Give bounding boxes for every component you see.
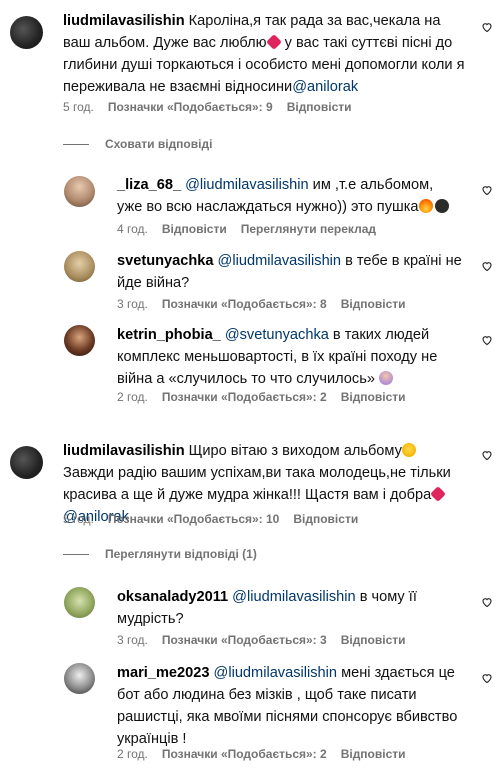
likes-count[interactable]: Позначки «Подобається»: 2: [162, 747, 327, 761]
comment-meta: 2 год. Позначки «Подобається»: 2 Відповіст…: [117, 390, 420, 404]
timestamp: 2 год.: [117, 390, 148, 404]
fire-emoji: [418, 199, 433, 213]
comment-meta: 3 год. Позначки «Подобається»: 8 Відповіст…: [117, 297, 420, 311]
comment-username[interactable]: oksanalady2011: [117, 589, 228, 605]
avatar[interactable]: [64, 587, 95, 618]
likes-count[interactable]: Позначки «Подобається»: 9: [108, 100, 273, 114]
heart-outline-icon[interactable]: [481, 260, 493, 272]
star-eyes-emoji: [401, 443, 416, 457]
timestamp: 5 год.: [63, 512, 94, 526]
red-heart-emoji: [430, 486, 447, 502]
comment-meta: 3 год. Позначки «Подобається»: 3 Відповіст…: [117, 633, 420, 647]
reply-button[interactable]: Відповісти: [341, 633, 406, 647]
mention-link[interactable]: @svetunyachka: [225, 327, 329, 343]
comment-username[interactable]: _liza_68_: [117, 177, 181, 193]
reply-button[interactable]: Відповісти: [341, 390, 406, 404]
reply-button[interactable]: Відповісти: [341, 747, 406, 761]
heart-outline-icon[interactable]: [481, 672, 493, 684]
view-replies-button[interactable]: Переглянути відповіді (1): [63, 547, 257, 561]
comment-text: svetunyachka @liudmilavasilishin в тебе в…: [117, 253, 462, 291]
avatar[interactable]: [64, 251, 95, 282]
avatar[interactable]: [64, 663, 95, 694]
comment-username[interactable]: mari_me2023: [117, 665, 210, 681]
divider-line: [63, 144, 89, 146]
heart-outline-icon[interactable]: [481, 184, 493, 196]
mention-link[interactable]: @liudmilavasilishin: [214, 665, 338, 681]
mention-link[interactable]: @liudmilavasilishin: [232, 589, 356, 605]
likes-count[interactable]: Позначки «Подобається»: 2: [162, 390, 327, 404]
timestamp: 3 год.: [117, 633, 148, 647]
avatar[interactable]: [64, 176, 95, 207]
divider-line: [63, 554, 89, 556]
heart-outline-icon[interactable]: [481, 596, 493, 608]
reply-button[interactable]: Відповісти: [293, 512, 358, 526]
comment-username[interactable]: liudmilavasilishin: [63, 13, 185, 29]
timestamp: 5 год.: [63, 100, 94, 114]
likes-count[interactable]: Позначки «Подобається»: 8: [162, 297, 327, 311]
red-heart-emoji: [265, 34, 282, 50]
avatar[interactable]: [64, 325, 95, 356]
hide-replies-button[interactable]: Сховати відповіді: [63, 137, 212, 151]
likes-count[interactable]: Позначки «Подобається»: 10: [108, 512, 279, 526]
comment-text: _liza_68_ @liudmilavasilishin им ,т.е аль…: [117, 174, 462, 218]
timestamp: 2 год.: [117, 747, 148, 761]
reply-button[interactable]: Відповісти: [341, 297, 406, 311]
timestamp: 3 год.: [117, 297, 148, 311]
facepalm-emoji: [379, 371, 394, 385]
heart-outline-icon[interactable]: [481, 334, 493, 346]
likes-count[interactable]: Позначки «Подобається»: 3: [162, 633, 327, 647]
comment-meta: 5 год. Позначки «Подобається»: 10 Відповіс…: [63, 512, 372, 526]
heart-outline-icon[interactable]: [481, 21, 493, 33]
avatar[interactable]: [10, 446, 43, 479]
mention-link[interactable]: @liudmilavasilishin: [185, 177, 309, 193]
comment-meta: 4 год. Відповісти Переглянути переклад: [117, 222, 390, 236]
comment-meta: 2 год. Позначки «Подобається»: 2 Відповіст…: [117, 747, 420, 761]
comment-username[interactable]: liudmilavasilishin: [63, 443, 185, 459]
translate-button[interactable]: Переглянути переклад: [241, 222, 376, 236]
comment-username[interactable]: svetunyachka: [117, 253, 214, 269]
reply-button[interactable]: Відповісти: [162, 222, 227, 236]
bomb-emoji: [434, 199, 449, 213]
comment-text: oksanalady2011 @liudmilavasilishin в чому…: [117, 589, 417, 627]
comment-meta: 5 год. Позначки «Подобається»: 9 Відповіст…: [63, 100, 366, 114]
heart-outline-icon[interactable]: [481, 449, 493, 461]
comment-text: ketrin_phobia_ @svetunyachka в таких люде…: [117, 327, 438, 387]
mention-link[interactable]: @anilorak: [292, 79, 358, 95]
comment-text: mari_me2023 @liudmilavasilishin мені здає…: [117, 665, 458, 747]
avatar[interactable]: [10, 16, 43, 49]
timestamp: 4 год.: [117, 222, 148, 236]
mention-link[interactable]: @liudmilavasilishin: [218, 253, 342, 269]
comment-username[interactable]: ketrin_phobia_: [117, 327, 221, 343]
reply-button[interactable]: Відповісти: [287, 100, 352, 114]
comment-text: liudmilavasilishin Кароліна,я так рада за…: [63, 13, 465, 95]
